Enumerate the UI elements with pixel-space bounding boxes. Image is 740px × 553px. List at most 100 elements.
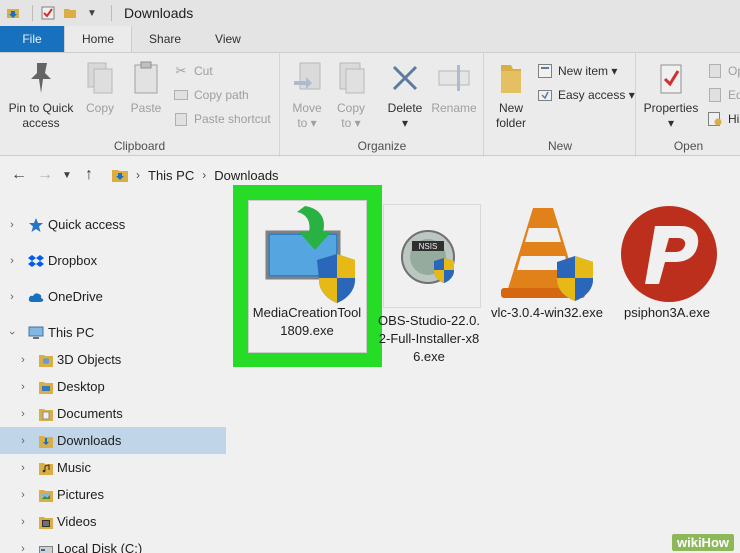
ribbon: Pin to Quick access Copy Paste ✂ Cut Cop… (0, 52, 740, 157)
organize-group-label: Organize (357, 139, 407, 153)
properties-icon (657, 59, 685, 97)
sidebar-item-onedrive[interactable]: › OneDrive (0, 283, 226, 310)
new-folder-button[interactable]: New folder (489, 59, 533, 131)
chevron-right-icon[interactable]: › (17, 462, 29, 474)
paste-shortcut-button[interactable]: Paste shortcut (173, 111, 271, 127)
folder-arrow-icon[interactable] (4, 4, 22, 22)
move-to-icon (292, 59, 322, 97)
downloads-icon (38, 433, 54, 449)
separator (32, 5, 33, 21)
tab-file[interactable]: File (0, 26, 64, 52)
copy-to-icon (336, 59, 366, 97)
open-button[interactable]: Op (707, 63, 740, 79)
cut-label: Cut (194, 64, 213, 78)
copy-to-button[interactable]: Copy to ▾ (331, 59, 371, 131)
file-obs-installer[interactable]: NSIS (383, 204, 481, 308)
psiphon-icon (617, 204, 717, 304)
copy-path-button[interactable]: Copy path (173, 87, 249, 103)
quick-access-dropdown-icon[interactable]: ▼ (83, 4, 101, 22)
sidebar-label: This PC (48, 325, 95, 340)
breadcrumb-this-pc[interactable]: This PC (148, 168, 194, 183)
properties-check-icon[interactable] (39, 4, 57, 22)
history-icon (707, 111, 723, 127)
new-group-label: New (547, 139, 572, 153)
music-icon (38, 460, 54, 476)
sidebar-item-quick-access[interactable]: › Quick access (0, 211, 226, 238)
rename-icon (437, 59, 471, 97)
tab-share[interactable]: Share (132, 26, 198, 52)
paste-shortcut-label: Paste shortcut (194, 112, 271, 126)
forward-arrow-icon[interactable]: → (32, 166, 58, 184)
new-item-button[interactable]: New item ▾ (537, 63, 617, 79)
chevron-right-icon[interactable]: › (6, 291, 18, 303)
chevron-right-icon[interactable]: › (6, 255, 18, 267)
open-label: Op (728, 64, 740, 78)
sidebar-item-this-pc[interactable]: › This PC (0, 319, 226, 346)
sidebar-item-documents[interactable]: › Documents (0, 400, 226, 427)
sidebar-label: Videos (57, 514, 97, 529)
documents-icon (38, 406, 54, 422)
rename-label: Rename (431, 101, 477, 115)
chevron-right-icon[interactable]: › (17, 489, 29, 501)
desktop-icon (38, 379, 54, 395)
chevron-right-icon[interactable]: › (6, 219, 18, 231)
copy-button[interactable]: Copy (80, 59, 120, 116)
properties-button[interactable]: Properties ▾ (639, 59, 703, 131)
open-group: Properties ▾ Op Edi His Open (637, 53, 740, 157)
sidebar-item-3d-objects[interactable]: › 3D Objects (0, 346, 226, 373)
chevron-right-icon[interactable]: › (17, 516, 29, 528)
copy-icon (86, 59, 114, 97)
history-button[interactable]: His (707, 111, 740, 127)
sidebar-label: Pictures (57, 487, 104, 502)
tab-home[interactable]: Home (64, 26, 133, 52)
chevron-right-icon[interactable]: › (17, 543, 29, 553)
file-psiphon[interactable]: psiphon3A.exe (612, 204, 722, 322)
paste-button[interactable]: Paste (125, 59, 167, 116)
recent-dropdown-icon[interactable]: ▼ (58, 170, 76, 181)
pictures-icon (38, 487, 54, 503)
sidebar-label: Dropbox (48, 253, 98, 268)
scissors-icon: ✂ (175, 63, 187, 78)
easy-access-button[interactable]: Easy access ▾ (537, 87, 635, 103)
rename-button[interactable]: Rename (429, 59, 479, 116)
chevron-right-icon[interactable]: › (17, 354, 29, 366)
breadcrumb-separator: › (136, 168, 140, 182)
ribbon-tabs: File Home Share View (0, 26, 740, 52)
open-group-label: Open (673, 139, 704, 153)
copy-path-icon (173, 87, 189, 103)
breadcrumb-separator: › (202, 168, 207, 182)
chevron-right-icon[interactable]: › (17, 381, 29, 393)
sidebar-item-pictures[interactable]: › Pictures (0, 481, 226, 508)
sidebar-item-downloads[interactable]: › Downloads (0, 427, 226, 454)
cut-button[interactable]: ✂ Cut (173, 63, 213, 79)
file-vlc[interactable]: vlc-3.0.4-win32.exe (491, 204, 603, 322)
file-name: psiphon3A.exe (623, 305, 710, 320)
new-item-label: New item ▾ (558, 64, 618, 78)
pin-to-quick-access-button[interactable]: Pin to Quick access (4, 59, 78, 131)
chevron-down-icon[interactable]: › (6, 327, 18, 339)
chevron-right-icon[interactable]: › (17, 408, 29, 420)
new-folder-label: New folder (495, 101, 527, 130)
window-title: Downloads (124, 5, 194, 21)
sidebar-item-desktop[interactable]: › Desktop (0, 373, 226, 400)
sidebar-item-dropbox[interactable]: › Dropbox (0, 247, 226, 274)
file-media-creation-tool[interactable]: MediaCreationTool1809.exe (252, 204, 362, 340)
back-arrow-icon[interactable]: ← (6, 166, 32, 184)
file-name: OBS-Studio-22.0.2-Full-Installer-x86.exe (378, 313, 480, 364)
new-folder-quick-icon[interactable] (61, 4, 79, 22)
sidebar-item-music[interactable]: › Music (0, 454, 226, 481)
edit-icon (707, 87, 723, 103)
sidebar-item-local-disk[interactable]: › Local Disk (C:) (0, 535, 226, 553)
move-to-button[interactable]: Move to ▾ (287, 59, 327, 131)
tab-view[interactable]: View (198, 26, 258, 52)
breadcrumb-downloads[interactable]: Downloads (214, 168, 278, 183)
disk-icon (38, 541, 54, 553)
sidebar-label: Music (57, 460, 91, 475)
navigation-pane: › Quick access › Dropbox › OneDrive › Th… (0, 193, 226, 553)
delete-button[interactable]: Delete ▾ (383, 59, 427, 131)
edit-button[interactable]: Edi (707, 87, 740, 103)
sidebar-label: Local Disk (C:) (57, 541, 143, 553)
up-arrow-icon[interactable]: ↑ (76, 166, 102, 184)
chevron-right-icon[interactable]: › (17, 435, 29, 447)
sidebar-item-videos[interactable]: › Videos (0, 508, 226, 535)
